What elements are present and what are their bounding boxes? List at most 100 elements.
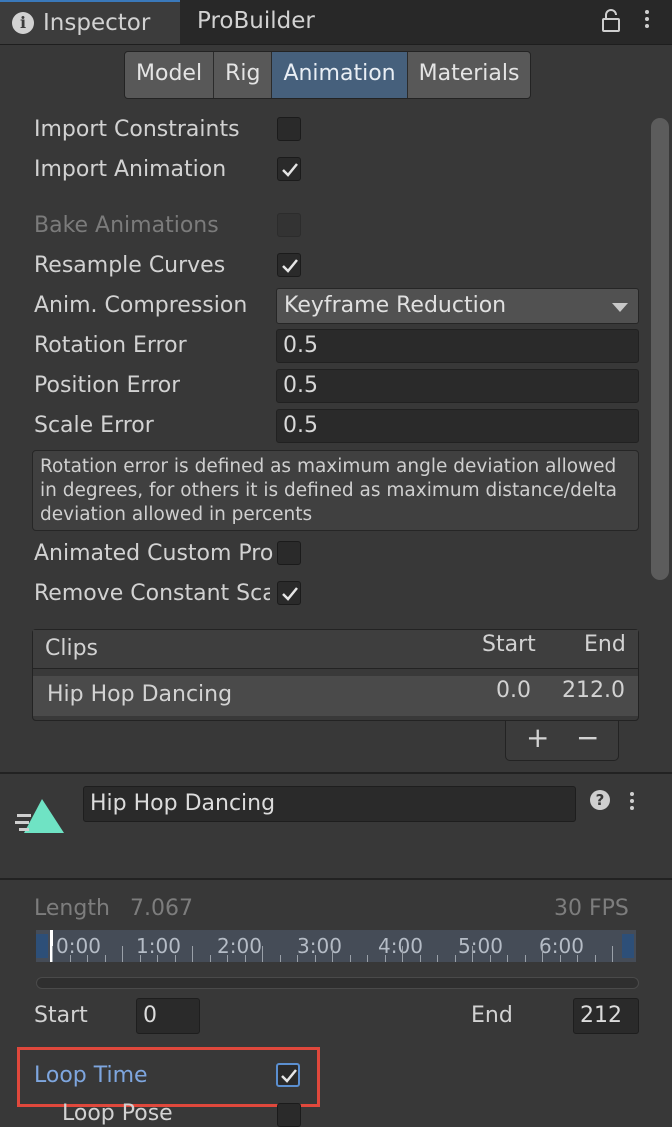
timeline-tick: [69, 955, 71, 962]
timeline-tick: [454, 955, 456, 962]
fps-value: 30 FPS: [554, 896, 629, 921]
clips-header: Clips Start End: [33, 630, 638, 669]
timeline-label: 0:00: [56, 934, 101, 958]
resample-curves-checkbox[interactable]: [277, 253, 301, 277]
timeline-tick: [262, 946, 263, 962]
tab-probuilder-label: ProBuilder: [197, 8, 315, 34]
clip-options-icon[interactable]: [630, 792, 634, 813]
loop-time-label: Loop Time: [34, 1063, 148, 1088]
timeline-tick: [192, 946, 193, 962]
timeline-tick: [174, 955, 176, 962]
timeline-tick: [227, 955, 228, 962]
import-constraints-checkbox[interactable]: [277, 117, 301, 141]
tab-materials[interactable]: Materials: [407, 52, 531, 98]
timeline-tick: [157, 955, 158, 962]
timeline-label: 5:00: [458, 934, 503, 958]
tab-rig[interactable]: Rig: [214, 52, 273, 98]
remove-constant-scale-curves-checkbox[interactable]: [277, 581, 301, 605]
timeline-tick: [139, 955, 141, 962]
timeline-tick: [437, 955, 438, 962]
end-label: End: [471, 1003, 513, 1028]
timeline-tick: [122, 946, 123, 962]
timeline-tick: [367, 955, 368, 962]
rotation-error-label: Rotation Error: [34, 333, 187, 358]
anim-compression-value: Keyframe Reduction: [284, 293, 507, 318]
checkmark-icon: [282, 587, 298, 601]
timeline-tick: [524, 955, 526, 962]
start-field[interactable]: 0: [136, 998, 200, 1034]
info-icon: i: [12, 12, 34, 34]
remove-clip-button[interactable]: −: [576, 721, 599, 754]
tab-probuilder[interactable]: ProBuilder: [182, 0, 342, 44]
position-error-label: Position Error: [34, 373, 181, 398]
timeline-tick: [594, 955, 596, 962]
import-constraints-label: Import Constraints: [34, 117, 240, 142]
anim-compression-label: Anim. Compression: [34, 293, 248, 318]
tab-inspector-label: Inspector: [43, 10, 151, 36]
import-animation-checkbox[interactable]: [277, 157, 301, 181]
bake-animations-checkbox: [277, 213, 301, 237]
import-animation-label: Import Animation: [34, 157, 227, 182]
length-value: 7.067: [130, 896, 193, 921]
animated-custom-properties-checkbox[interactable]: [277, 541, 301, 565]
timeline-tick: [279, 955, 281, 962]
timeline-tick: [612, 946, 613, 962]
importer-tabs: Model Rig Animation Materials: [124, 51, 532, 99]
timeline-tick: [489, 955, 491, 962]
timeline-tick: [419, 955, 421, 962]
clips-header-end: End: [584, 632, 626, 657]
checkmark-icon: [281, 1069, 297, 1083]
animation-clip-icon: [14, 797, 66, 835]
timeline-tick: [542, 946, 543, 962]
clips-header-label: Clips: [45, 636, 99, 661]
scrollbar-thumb[interactable]: [651, 118, 669, 580]
add-clip-button[interactable]: +: [526, 721, 549, 754]
checkmark-icon: [282, 259, 298, 273]
clip-timeline[interactable]: 0:00 1:00 2:00 3:00 4:00 5:00 6:00: [36, 930, 636, 962]
timeline-tick: [104, 955, 106, 962]
timeline-tick: [559, 955, 561, 962]
timeline-tick: [402, 946, 403, 962]
timeline-tick: [52, 946, 53, 962]
lock-icon[interactable]: [600, 9, 622, 33]
timeline-tick: [349, 955, 351, 962]
animated-custom-properties-label: Animated Custom Properties: [34, 541, 274, 566]
timeline-tick: [332, 946, 333, 962]
end-marker-icon[interactable]: [622, 934, 634, 958]
start-marker-icon[interactable]: [36, 934, 48, 958]
timeline-tick: [314, 955, 316, 962]
start-label: Start: [34, 1003, 88, 1028]
loop-time-checkbox[interactable]: [276, 1063, 300, 1087]
timeline-label: 2:00: [217, 934, 262, 958]
scale-error-label: Scale Error: [34, 413, 154, 438]
clip-row-name: Hip Hop Dancing: [47, 682, 233, 707]
tab-model[interactable]: Model: [125, 52, 215, 98]
anim-compression-dropdown[interactable]: Keyframe Reduction: [276, 288, 639, 324]
rotation-error-field[interactable]: 0.5: [276, 329, 639, 363]
chevron-down-icon: [612, 303, 628, 312]
end-field[interactable]: 212: [573, 998, 639, 1034]
timeline-tick: [577, 955, 578, 962]
tab-animation[interactable]: Animation: [272, 52, 408, 98]
loop-pose-label: Loop Pose: [62, 1101, 173, 1126]
remove-constant-scale-curves-label: Remove Constant Scale Curves: [34, 581, 270, 606]
timeline-scrollbar[interactable]: [36, 977, 639, 989]
position-error-field[interactable]: 0.5: [276, 369, 639, 403]
error-help-box: Rotation error is defined as maximum ang…: [32, 450, 639, 531]
clip-name-field[interactable]: Hip Hop Dancing: [83, 786, 576, 822]
scale-error-field[interactable]: 0.5: [276, 409, 639, 443]
timeline-tick: [472, 946, 473, 962]
more-options-icon[interactable]: [645, 10, 649, 31]
timeline-tick: [209, 955, 211, 962]
timeline-label: 3:00: [297, 934, 342, 958]
bake-animations-label: Bake Animations: [34, 213, 219, 238]
timeline-tick: [87, 955, 88, 962]
clips-header-start: Start: [482, 632, 536, 657]
timeline-tick: [297, 955, 298, 962]
tab-inspector[interactable]: i Inspector: [0, 0, 180, 44]
loop-pose-checkbox[interactable]: [277, 1103, 301, 1127]
clip-add-remove: + −: [505, 721, 619, 761]
timeline-tick: [384, 955, 386, 962]
help-icon[interactable]: ?: [590, 790, 610, 810]
clip-row[interactable]: Hip Hop Dancing 0.0 212.0: [33, 676, 638, 716]
